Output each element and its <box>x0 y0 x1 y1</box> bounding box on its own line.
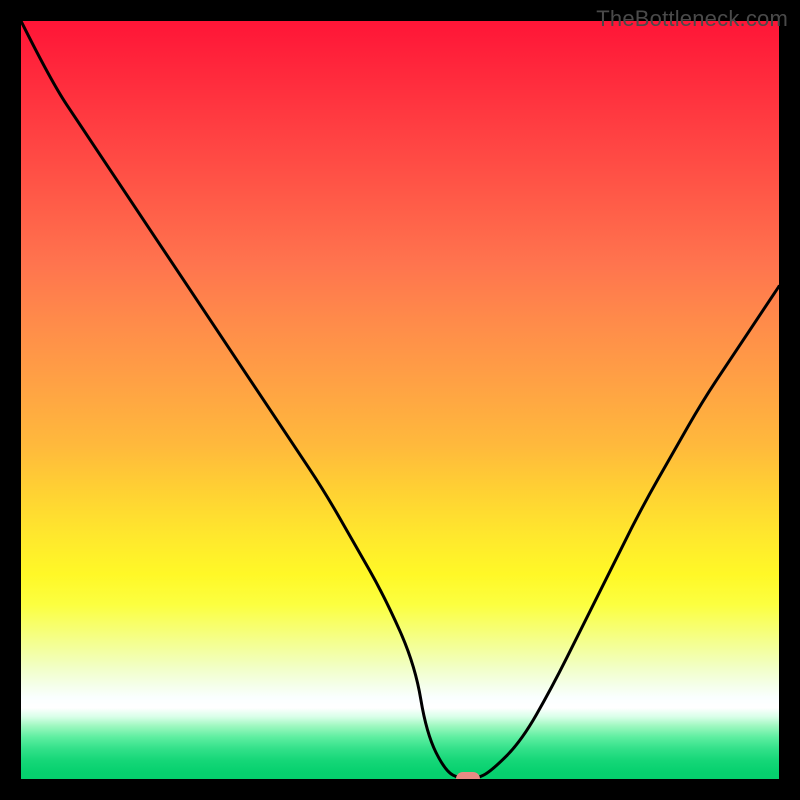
watermark-text: TheBottleneck.com <box>596 6 788 32</box>
plot-area <box>21 21 779 779</box>
bottleneck-curve-path <box>21 21 779 779</box>
chart-frame: TheBottleneck.com <box>0 0 800 800</box>
bottleneck-curve-svg <box>21 21 779 779</box>
optimal-point-marker <box>456 772 480 779</box>
